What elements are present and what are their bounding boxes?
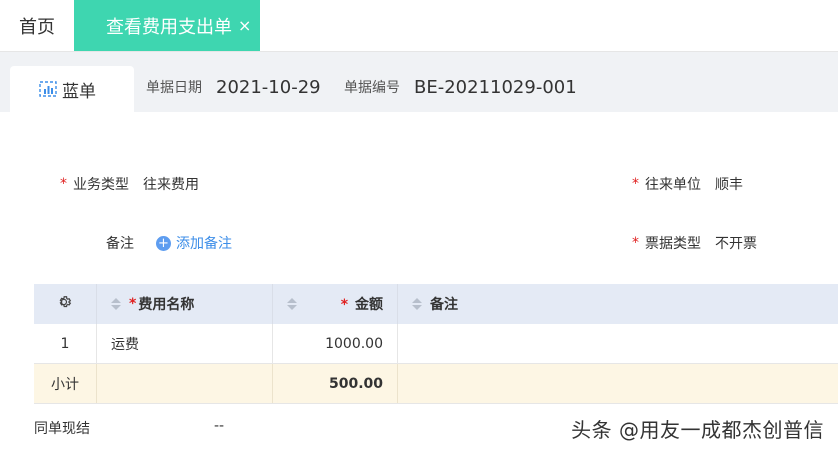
required-mark: * [129, 296, 137, 312]
required-mark: * [632, 235, 639, 251]
doc-number-value: BE-20211029-001 [414, 76, 577, 98]
note-label: 备注 [106, 236, 134, 252]
settings-gear-cell[interactable] [34, 284, 97, 324]
col-header-amount[interactable]: * 金额 [273, 284, 398, 324]
col-header-note-label: 备注 [430, 297, 458, 313]
invoice-type-label: 票据类型 [645, 236, 701, 252]
col-header-note[interactable]: 备注 [398, 284, 838, 324]
add-note-button[interactable]: + 添加备注 [156, 233, 232, 253]
chart-icon [38, 79, 58, 99]
sort-icon[interactable] [111, 298, 121, 310]
settle-row: 同单现结 -- [34, 418, 224, 438]
doc-tab-label: 蓝单 [62, 81, 96, 102]
subtotal-note [398, 364, 838, 403]
close-icon[interactable]: × [238, 16, 251, 35]
field-invoice-type: * 票据类型 不开票 [632, 233, 757, 253]
tab-view-expense-label: 查看费用支出单 [106, 16, 232, 38]
subtotal-row: 小计 500.00 [34, 364, 838, 404]
expense-table: * 费用名称 * 金额 备注 1 运费 1000.00 小计 500.00 [34, 284, 838, 404]
row-amount[interactable]: 1000.00 [273, 324, 398, 363]
add-note-label: 添加备注 [176, 236, 232, 252]
col-header-amount-label: 金额 [355, 297, 383, 313]
biz-type-value[interactable]: 往来费用 [143, 174, 199, 194]
required-mark: * [60, 176, 67, 192]
doc-tab-blue[interactable]: 蓝单 [10, 66, 134, 112]
row-name[interactable]: 运费 [97, 324, 273, 363]
sort-icon[interactable] [412, 298, 422, 310]
row-note[interactable] [398, 324, 838, 363]
watermark: 头条 @用友一成都杰创普信 [571, 418, 824, 442]
biz-type-label: 业务类型 [73, 177, 129, 193]
doc-date-label: 单据日期 [146, 80, 202, 96]
sort-icon[interactable] [287, 298, 297, 310]
doc-number: 单据编号 BE-20211029-001 [344, 74, 577, 100]
tab-view-expense[interactable]: 查看费用支出单 × [74, 0, 260, 51]
tab-home[interactable]: 首页 [0, 0, 74, 51]
field-biz-type: * 业务类型 往来费用 [60, 174, 199, 194]
partner-label: 往来单位 [645, 177, 701, 193]
field-note: 备注 + 添加备注 [106, 233, 232, 253]
doc-date-value: 2021-10-29 [216, 76, 321, 98]
gear-icon[interactable] [56, 293, 74, 315]
partner-value[interactable]: 顺丰 [715, 174, 743, 194]
plus-icon: + [156, 235, 171, 251]
col-header-name[interactable]: * 费用名称 [97, 284, 273, 324]
required-mark: * [340, 297, 349, 313]
settle-label: 同单现结 [34, 421, 90, 437]
table-row[interactable]: 1 运费 1000.00 [34, 324, 838, 364]
table-header: * 费用名称 * 金额 备注 [34, 284, 838, 324]
subtotal-amount: 500.00 [273, 364, 398, 403]
tab-bar: 首页 查看费用支出单 × [0, 0, 838, 52]
row-index: 1 [34, 324, 97, 363]
col-header-name-label: 费用名称 [138, 297, 195, 313]
settle-value: -- [214, 418, 225, 434]
doc-date: 单据日期 2021-10-29 [146, 74, 321, 100]
invoice-type-value[interactable]: 不开票 [715, 233, 757, 253]
doc-number-label: 单据编号 [344, 80, 400, 96]
required-mark: * [632, 176, 639, 192]
subtotal-name [97, 364, 273, 403]
subtotal-label: 小计 [34, 364, 97, 403]
field-partner: * 往来单位 顺丰 [632, 174, 743, 194]
